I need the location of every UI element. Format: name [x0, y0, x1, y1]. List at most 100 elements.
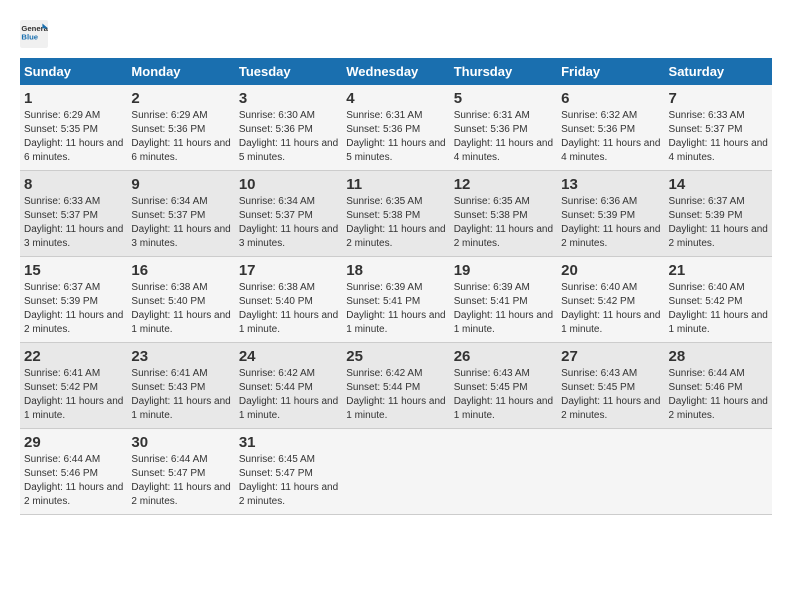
day-number: 14	[669, 176, 768, 193]
calendar-cell: 23 Sunrise: 6:41 AM Sunset: 5:43 PM Dayl…	[127, 343, 234, 429]
header-thursday: Thursday	[450, 58, 557, 85]
logo-icon: General Blue	[20, 20, 48, 48]
calendar-cell: 18 Sunrise: 6:39 AM Sunset: 5:41 PM Dayl…	[342, 257, 449, 343]
day-info: Sunrise: 6:37 AM Sunset: 5:39 PM Dayligh…	[669, 195, 768, 251]
day-number: 6	[561, 90, 660, 107]
calendar-cell: 17 Sunrise: 6:38 AM Sunset: 5:40 PM Dayl…	[235, 257, 342, 343]
day-info: Sunrise: 6:30 AM Sunset: 5:36 PM Dayligh…	[239, 109, 338, 165]
day-info: Sunrise: 6:42 AM Sunset: 5:44 PM Dayligh…	[239, 367, 338, 423]
calendar-cell: 16 Sunrise: 6:38 AM Sunset: 5:40 PM Dayl…	[127, 257, 234, 343]
day-info: Sunrise: 6:39 AM Sunset: 5:41 PM Dayligh…	[454, 281, 553, 337]
day-info: Sunrise: 6:44 AM Sunset: 5:46 PM Dayligh…	[24, 453, 123, 509]
day-number: 7	[669, 90, 768, 107]
day-info: Sunrise: 6:32 AM Sunset: 5:36 PM Dayligh…	[561, 109, 660, 165]
day-info: Sunrise: 6:41 AM Sunset: 5:43 PM Dayligh…	[131, 367, 230, 423]
day-info: Sunrise: 6:44 AM Sunset: 5:47 PM Dayligh…	[131, 453, 230, 509]
calendar-cell	[450, 429, 557, 515]
day-number: 18	[346, 262, 445, 279]
calendar-cell: 15 Sunrise: 6:37 AM Sunset: 5:39 PM Dayl…	[20, 257, 127, 343]
calendar-cell: 29 Sunrise: 6:44 AM Sunset: 5:46 PM Dayl…	[20, 429, 127, 515]
day-info: Sunrise: 6:43 AM Sunset: 5:45 PM Dayligh…	[454, 367, 553, 423]
calendar-cell: 31 Sunrise: 6:45 AM Sunset: 5:47 PM Dayl…	[235, 429, 342, 515]
day-info: Sunrise: 6:29 AM Sunset: 5:36 PM Dayligh…	[131, 109, 230, 165]
day-info: Sunrise: 6:39 AM Sunset: 5:41 PM Dayligh…	[346, 281, 445, 337]
calendar-week-row: 22 Sunrise: 6:41 AM Sunset: 5:42 PM Dayl…	[20, 343, 772, 429]
day-number: 31	[239, 434, 338, 451]
calendar-cell: 28 Sunrise: 6:44 AM Sunset: 5:46 PM Dayl…	[665, 343, 772, 429]
day-number: 16	[131, 262, 230, 279]
calendar-cell: 21 Sunrise: 6:40 AM Sunset: 5:42 PM Dayl…	[665, 257, 772, 343]
day-info: Sunrise: 6:29 AM Sunset: 5:35 PM Dayligh…	[24, 109, 123, 165]
day-number: 25	[346, 348, 445, 365]
day-number: 26	[454, 348, 553, 365]
header-friday: Friday	[557, 58, 664, 85]
calendar-table: Sunday Monday Tuesday Wednesday Thursday…	[20, 58, 772, 515]
day-info: Sunrise: 6:42 AM Sunset: 5:44 PM Dayligh…	[346, 367, 445, 423]
day-info: Sunrise: 6:44 AM Sunset: 5:46 PM Dayligh…	[669, 367, 768, 423]
calendar-cell: 2 Sunrise: 6:29 AM Sunset: 5:36 PM Dayli…	[127, 85, 234, 171]
calendar-cell: 3 Sunrise: 6:30 AM Sunset: 5:36 PM Dayli…	[235, 85, 342, 171]
header-monday: Monday	[127, 58, 234, 85]
calendar-cell: 20 Sunrise: 6:40 AM Sunset: 5:42 PM Dayl…	[557, 257, 664, 343]
day-info: Sunrise: 6:33 AM Sunset: 5:37 PM Dayligh…	[669, 109, 768, 165]
day-number: 5	[454, 90, 553, 107]
calendar-cell: 24 Sunrise: 6:42 AM Sunset: 5:44 PM Dayl…	[235, 343, 342, 429]
day-number: 12	[454, 176, 553, 193]
day-number: 2	[131, 90, 230, 107]
calendar-cell: 22 Sunrise: 6:41 AM Sunset: 5:42 PM Dayl…	[20, 343, 127, 429]
calendar-cell: 27 Sunrise: 6:43 AM Sunset: 5:45 PM Dayl…	[557, 343, 664, 429]
calendar-week-row: 8 Sunrise: 6:33 AM Sunset: 5:37 PM Dayli…	[20, 171, 772, 257]
day-number: 20	[561, 262, 660, 279]
calendar-cell: 25 Sunrise: 6:42 AM Sunset: 5:44 PM Dayl…	[342, 343, 449, 429]
logo: General Blue	[20, 20, 52, 48]
day-info: Sunrise: 6:35 AM Sunset: 5:38 PM Dayligh…	[346, 195, 445, 251]
day-number: 27	[561, 348, 660, 365]
day-number: 24	[239, 348, 338, 365]
calendar-cell: 7 Sunrise: 6:33 AM Sunset: 5:37 PM Dayli…	[665, 85, 772, 171]
header-sunday: Sunday	[20, 58, 127, 85]
calendar-cell	[557, 429, 664, 515]
day-number: 23	[131, 348, 230, 365]
day-number: 3	[239, 90, 338, 107]
day-info: Sunrise: 6:40 AM Sunset: 5:42 PM Dayligh…	[561, 281, 660, 337]
calendar-cell: 9 Sunrise: 6:34 AM Sunset: 5:37 PM Dayli…	[127, 171, 234, 257]
day-number: 10	[239, 176, 338, 193]
day-info: Sunrise: 6:45 AM Sunset: 5:47 PM Dayligh…	[239, 453, 338, 509]
day-number: 22	[24, 348, 123, 365]
calendar-cell: 19 Sunrise: 6:39 AM Sunset: 5:41 PM Dayl…	[450, 257, 557, 343]
day-number: 19	[454, 262, 553, 279]
day-info: Sunrise: 6:34 AM Sunset: 5:37 PM Dayligh…	[131, 195, 230, 251]
calendar-cell: 26 Sunrise: 6:43 AM Sunset: 5:45 PM Dayl…	[450, 343, 557, 429]
day-info: Sunrise: 6:36 AM Sunset: 5:39 PM Dayligh…	[561, 195, 660, 251]
header-tuesday: Tuesday	[235, 58, 342, 85]
day-info: Sunrise: 6:33 AM Sunset: 5:37 PM Dayligh…	[24, 195, 123, 251]
calendar-cell: 11 Sunrise: 6:35 AM Sunset: 5:38 PM Dayl…	[342, 171, 449, 257]
day-number: 30	[131, 434, 230, 451]
day-info: Sunrise: 6:35 AM Sunset: 5:38 PM Dayligh…	[454, 195, 553, 251]
day-info: Sunrise: 6:38 AM Sunset: 5:40 PM Dayligh…	[239, 281, 338, 337]
calendar-cell: 1 Sunrise: 6:29 AM Sunset: 5:35 PM Dayli…	[20, 85, 127, 171]
calendar-cell: 10 Sunrise: 6:34 AM Sunset: 5:37 PM Dayl…	[235, 171, 342, 257]
header-saturday: Saturday	[665, 58, 772, 85]
day-info: Sunrise: 6:31 AM Sunset: 5:36 PM Dayligh…	[346, 109, 445, 165]
calendar-cell: 4 Sunrise: 6:31 AM Sunset: 5:36 PM Dayli…	[342, 85, 449, 171]
calendar-week-row: 29 Sunrise: 6:44 AM Sunset: 5:46 PM Dayl…	[20, 429, 772, 515]
day-info: Sunrise: 6:38 AM Sunset: 5:40 PM Dayligh…	[131, 281, 230, 337]
calendar-week-row: 15 Sunrise: 6:37 AM Sunset: 5:39 PM Dayl…	[20, 257, 772, 343]
calendar-cell	[665, 429, 772, 515]
calendar-cell: 14 Sunrise: 6:37 AM Sunset: 5:39 PM Dayl…	[665, 171, 772, 257]
calendar-cell: 30 Sunrise: 6:44 AM Sunset: 5:47 PM Dayl…	[127, 429, 234, 515]
day-number: 1	[24, 90, 123, 107]
calendar-cell: 13 Sunrise: 6:36 AM Sunset: 5:39 PM Dayl…	[557, 171, 664, 257]
day-info: Sunrise: 6:43 AM Sunset: 5:45 PM Dayligh…	[561, 367, 660, 423]
day-number: 21	[669, 262, 768, 279]
calendar-cell: 6 Sunrise: 6:32 AM Sunset: 5:36 PM Dayli…	[557, 85, 664, 171]
calendar-cell: 8 Sunrise: 6:33 AM Sunset: 5:37 PM Dayli…	[20, 171, 127, 257]
calendar-week-row: 1 Sunrise: 6:29 AM Sunset: 5:35 PM Dayli…	[20, 85, 772, 171]
calendar-cell: 5 Sunrise: 6:31 AM Sunset: 5:36 PM Dayli…	[450, 85, 557, 171]
header-wednesday: Wednesday	[342, 58, 449, 85]
day-number: 9	[131, 176, 230, 193]
svg-text:Blue: Blue	[21, 33, 38, 42]
day-number: 4	[346, 90, 445, 107]
day-number: 13	[561, 176, 660, 193]
